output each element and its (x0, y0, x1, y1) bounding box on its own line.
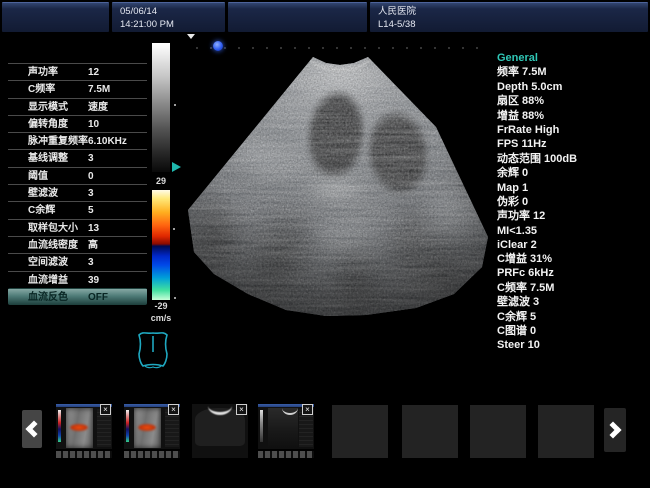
close-icon[interactable]: × (302, 404, 313, 415)
param-line: iClear 2 (497, 238, 647, 252)
focus-marker-icon (187, 34, 195, 39)
topbar-segment-empty-mid (228, 2, 367, 32)
close-icon[interactable]: × (168, 404, 179, 415)
param-line: 动态范围 100dB (497, 152, 647, 166)
param-line: Depth 5.0cm (497, 80, 647, 94)
doppler-color-bar (152, 190, 170, 300)
param-line: Map 1 (497, 181, 647, 195)
ultrasound-image[interactable] (186, 42, 492, 320)
param-row-line-density[interactable]: 血流线密度高 (8, 236, 147, 253)
topbar-segment-empty-left (2, 2, 109, 32)
param-line: C余辉 5 (497, 310, 647, 324)
param-line: MI<1.35 (497, 224, 647, 238)
close-icon[interactable]: × (236, 404, 247, 415)
thumbnail-bmode[interactable]: × (258, 404, 314, 458)
image-vignette (186, 42, 492, 320)
chevron-left-icon (26, 421, 43, 438)
colorbar-marker-dot (173, 228, 175, 230)
param-line: 壁滤波 3 (497, 295, 647, 309)
param-row-c-frequency[interactable]: C频率7.5M (8, 80, 147, 97)
param-row-flow-invert-selected[interactable]: 血流反色OFF (8, 288, 147, 305)
thumbnail-doppler-2[interactable]: × (124, 404, 180, 458)
topbar-datetime: 05/06/14 14:21:00 PM (112, 2, 225, 32)
param-line: C增益 31% (497, 252, 647, 266)
gain-marker-icon (172, 162, 181, 172)
param-row-steer-angle[interactable]: 偏转角度10 (8, 115, 147, 132)
param-line: 余辉 0 (497, 166, 647, 180)
chevron-right-icon (605, 422, 622, 439)
horizontal-ruler (196, 47, 482, 49)
param-row-wall-filter[interactable]: 壁滤波3 (8, 184, 147, 201)
thumb-colorbar (126, 410, 129, 442)
general-params-panel: General 频率 7.5M Depth 5.0cm 扇区 88% 增益 88… (497, 51, 647, 253)
filmstrip-next-button[interactable] (604, 408, 626, 452)
param-row-threshold[interactable]: 阈值0 (8, 167, 147, 184)
empty-thumbnail-slot (470, 405, 526, 458)
thumb-colorbar (58, 410, 61, 442)
ultrasound-app: { "topbar": { "datetime": "05/06/14\n14:… (0, 0, 650, 488)
active-indicator-dot (213, 41, 223, 51)
thumbnail-probe-shape[interactable]: × (192, 404, 248, 458)
param-row-packet-size[interactable]: 取样包大小13 (8, 219, 147, 236)
thumb-filmstrip (258, 451, 314, 458)
param-line: 伪彩 0 (497, 195, 647, 209)
close-icon[interactable]: × (100, 404, 111, 415)
param-row-acoustic-power[interactable]: 声功率12 (8, 63, 147, 80)
color-params-panel: C增益 31% PRFc 6kHz C频率 7.5M 壁滤波 3 C余辉 5 C… (497, 252, 647, 353)
topbar-hospital-probe: 人民医院 L14-5/38 (370, 2, 648, 32)
param-row-prf[interactable]: 脉冲重复频率6.10KHz (8, 132, 147, 149)
param-line: 扇区 88% (497, 94, 647, 108)
param-line: 声功率 12 (497, 209, 647, 223)
filmstrip-prev-button[interactable] (22, 410, 42, 448)
graybar-marker-dot (174, 104, 176, 106)
param-line: 频率 7.5M (497, 65, 647, 79)
doppler-flow-patch (70, 424, 88, 431)
empty-thumbnail-slot (332, 405, 388, 458)
param-row-c-persistence[interactable]: C余辉5 (8, 201, 147, 218)
param-row-display-mode[interactable]: 显示模式速度 (8, 98, 147, 115)
velocity-min-label: -29 (146, 301, 176, 311)
param-row-flow-gain[interactable]: 血流增益39 (8, 271, 147, 288)
grayscale-bar (152, 43, 170, 172)
thumb-filmstrip (124, 451, 180, 458)
empty-thumbnail-slot (402, 405, 458, 458)
empty-thumbnail-slot (538, 405, 594, 458)
param-line: C图谱 0 (497, 324, 647, 338)
param-row-baseline[interactable]: 基线调整3 (8, 149, 147, 166)
param-line: PRFc 6kHz (497, 266, 647, 280)
param-line: 增益 88% (497, 109, 647, 123)
velocity-unit-label: cm/s (146, 313, 176, 323)
param-line: C频率 7.5M (497, 281, 647, 295)
general-title: General (497, 51, 647, 65)
thumb-graybar (260, 410, 263, 442)
doppler-flow-patch (138, 424, 156, 431)
thumb-filmstrip (56, 451, 112, 458)
colorbar-marker-dot2 (174, 297, 176, 299)
velocity-max-label: 29 (146, 176, 176, 186)
param-line: Steer 10 (497, 338, 647, 352)
param-line: FPS 11Hz (497, 137, 647, 151)
param-line: FrRate High (497, 123, 647, 137)
thumbnail-doppler-1[interactable]: × (56, 404, 112, 458)
param-row-spatial-filter[interactable]: 空间滤波3 (8, 253, 147, 270)
body-marker-icon[interactable] (134, 328, 172, 375)
parameter-menu: 声功率12 C频率7.5M 显示模式速度 偏转角度10 脉冲重复频率6.10KH… (8, 63, 147, 305)
